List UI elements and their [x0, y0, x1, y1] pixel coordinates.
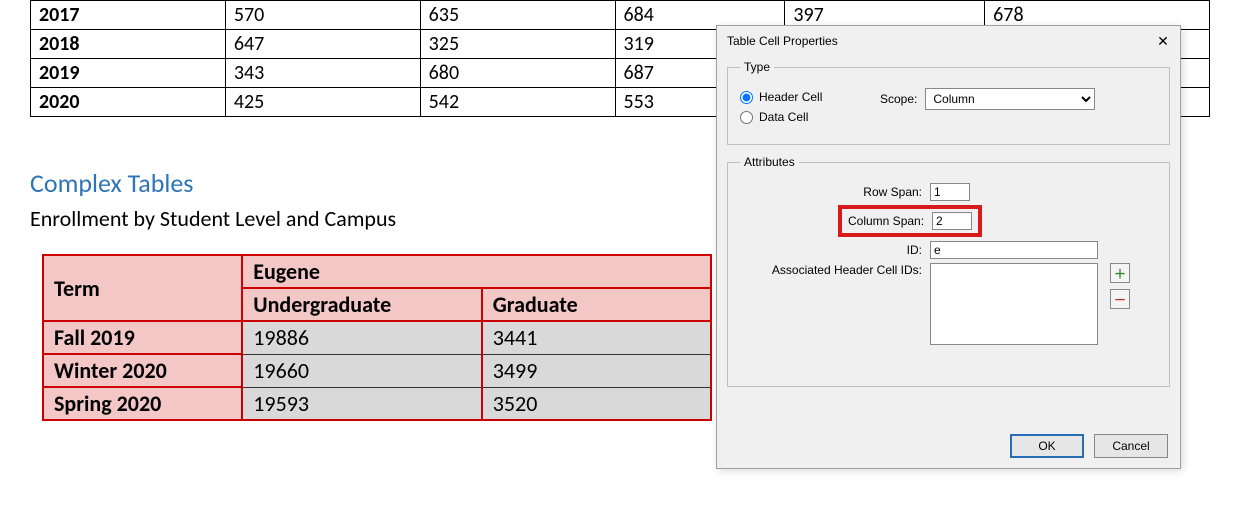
- data-cell: 343: [225, 59, 420, 88]
- value-cell: 3441: [482, 321, 711, 354]
- type-legend: Type: [740, 60, 774, 74]
- data-cell: 425: [225, 88, 420, 117]
- column-span-highlight: Column Span:: [838, 205, 982, 237]
- attributes-legend: Attributes: [740, 155, 799, 169]
- value-cell: 19660: [242, 354, 481, 387]
- value-cell: 3499: [482, 354, 711, 387]
- ok-button[interactable]: OK: [1010, 434, 1084, 458]
- add-icon[interactable]: ＋: [1110, 263, 1130, 283]
- remove-icon[interactable]: －: [1110, 289, 1130, 309]
- year-cell: 2019: [31, 59, 226, 88]
- scope-select[interactable]: Column: [925, 88, 1095, 110]
- type-group: Type Header Cell Data Cell Scope: Column: [727, 60, 1170, 145]
- data-cell-radio[interactable]: [740, 111, 753, 124]
- value-cell: 19593: [242, 387, 481, 420]
- id-input[interactable]: [930, 241, 1098, 259]
- attributes-group: Attributes Row Span: Column Span: ID: As…: [727, 155, 1170, 387]
- header-cell-radio[interactable]: [740, 91, 753, 104]
- scope-label: Scope:: [880, 92, 925, 106]
- term-cell: Spring 2020: [43, 387, 242, 420]
- data-cell-label: Data Cell: [759, 110, 808, 124]
- value-cell: 3520: [482, 387, 711, 420]
- id-label: ID:: [740, 243, 930, 257]
- data-cell: 635: [420, 1, 615, 30]
- header-cell-label: Header Cell: [759, 90, 822, 104]
- header-campus: Eugene: [242, 255, 711, 288]
- value-cell: 19886: [242, 321, 481, 354]
- year-cell: 2020: [31, 88, 226, 117]
- associated-ids-label: Associated Header Cell IDs:: [740, 263, 930, 277]
- data-cell: 680: [420, 59, 615, 88]
- enrollment-table: Term Eugene Undergraduate Graduate Fall …: [42, 254, 712, 421]
- column-span-label: Column Span:: [848, 214, 932, 228]
- data-cell: 325: [420, 30, 615, 59]
- year-cell: 2017: [31, 1, 226, 30]
- close-icon[interactable]: ✕: [1154, 32, 1172, 50]
- term-cell: Winter 2020: [43, 354, 242, 387]
- row-span-label: Row Span:: [740, 185, 930, 199]
- associated-ids-input[interactable]: [930, 263, 1098, 345]
- dialog-title: Table Cell Properties: [727, 34, 838, 48]
- table-cell-properties-dialog: Table Cell Properties ✕ Type Header Cell…: [716, 25, 1181, 469]
- header-term: Term: [43, 255, 242, 321]
- column-span-input[interactable]: [932, 212, 972, 230]
- header-undergrad: Undergraduate: [242, 288, 481, 321]
- header-grad: Graduate: [482, 288, 711, 321]
- data-cell: 647: [225, 30, 420, 59]
- term-cell: Fall 2019: [43, 321, 242, 354]
- data-cell: 542: [420, 88, 615, 117]
- data-cell: 570: [225, 1, 420, 30]
- row-span-input[interactable]: [930, 183, 970, 201]
- cancel-button[interactable]: Cancel: [1094, 434, 1168, 458]
- year-cell: 2018: [31, 30, 226, 59]
